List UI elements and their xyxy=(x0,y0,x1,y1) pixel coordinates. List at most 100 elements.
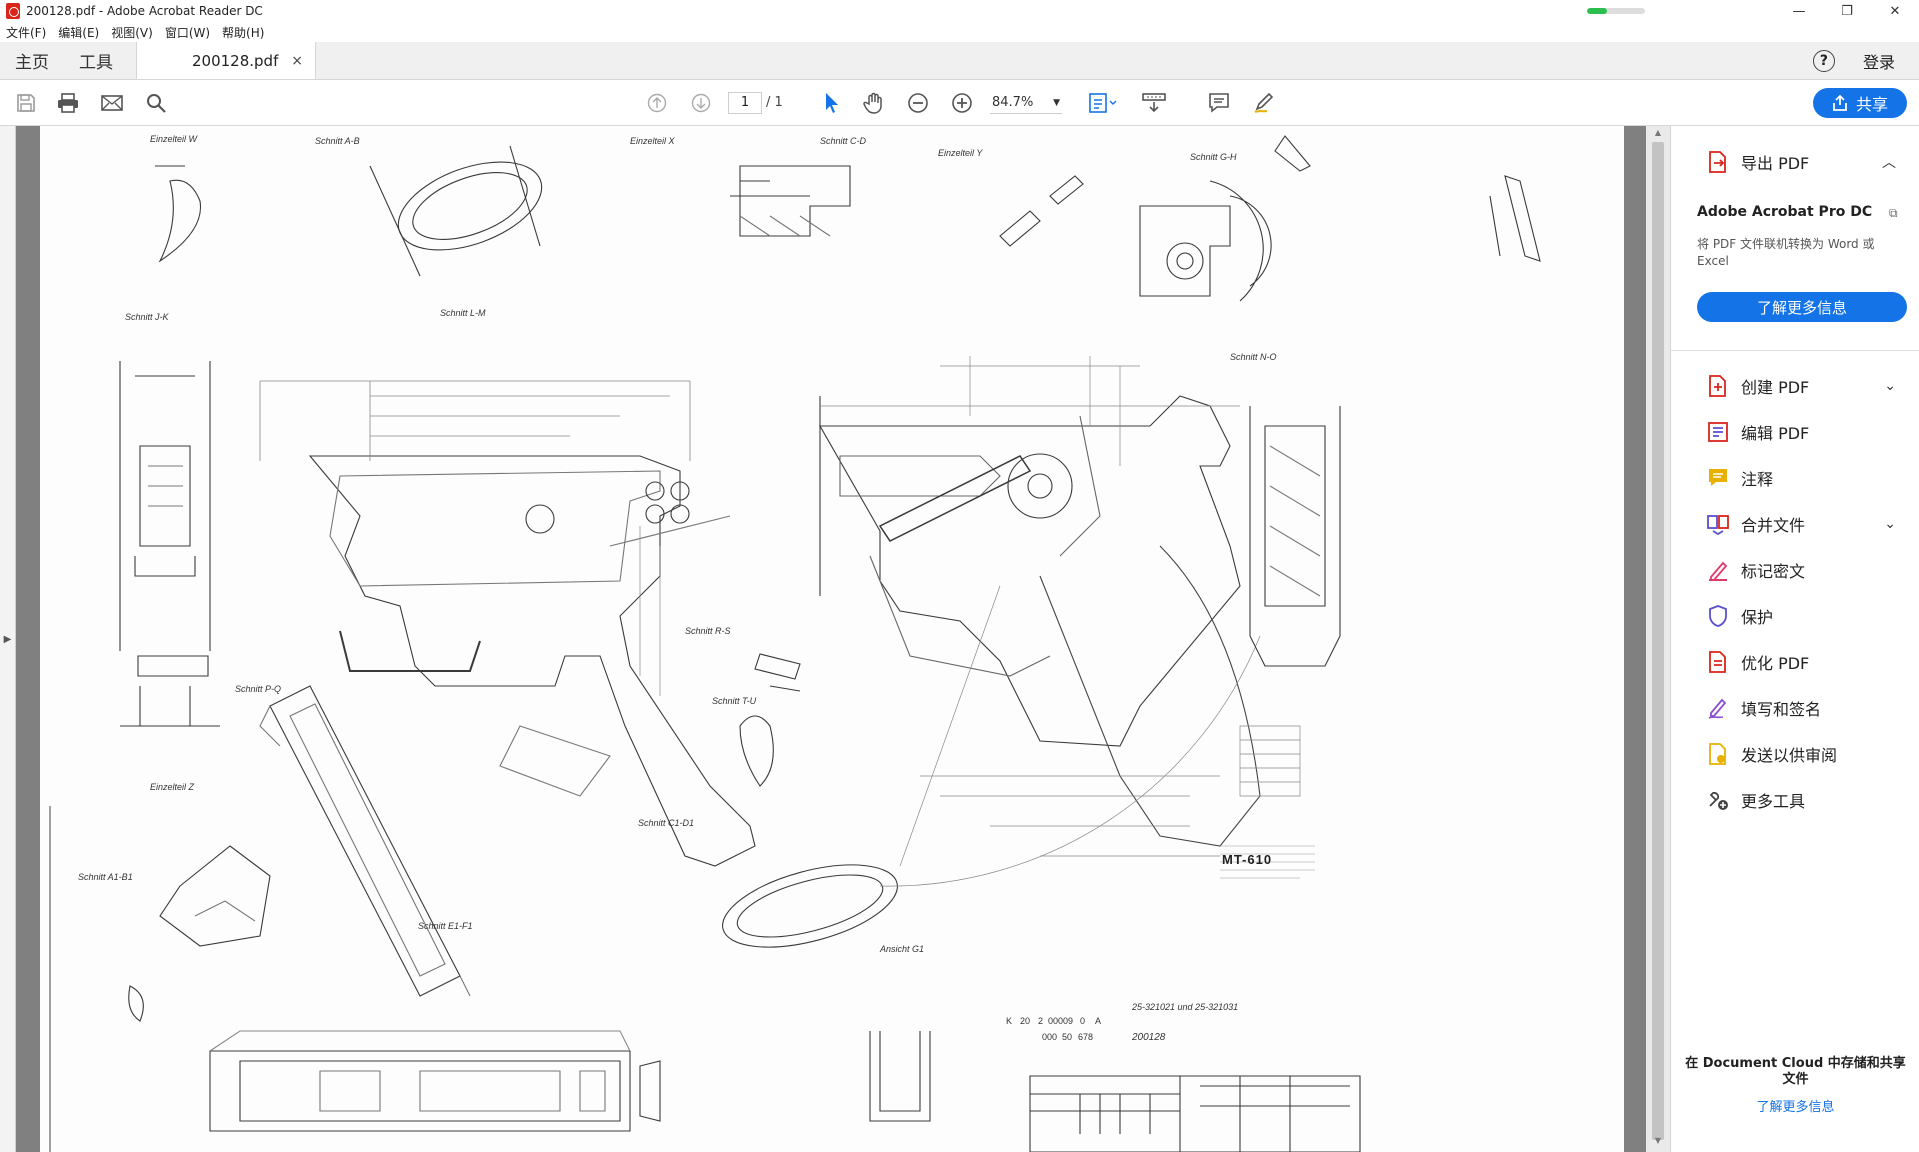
email-icon[interactable] xyxy=(100,91,124,115)
zoom-in-icon[interactable] xyxy=(950,91,974,115)
panel-tool-more-tools[interactable]: 更多工具 xyxy=(1671,780,1919,820)
drawing-label: Einzelteil Z xyxy=(150,782,195,792)
draw-pen-icon[interactable] xyxy=(1252,91,1276,115)
drawing-label: Schnitt R-S xyxy=(685,626,731,636)
hand-tool-icon[interactable] xyxy=(862,91,886,115)
protect-icon xyxy=(1707,605,1729,627)
zoom-level-select[interactable]: 84.7% ▼ xyxy=(990,92,1062,114)
next-page-icon[interactable] xyxy=(689,91,713,115)
tab-document[interactable]: 200128.pdf × xyxy=(136,42,316,79)
promo-text: 将 PDF 文件联机转换为 Word 或 Excel xyxy=(1697,237,1875,268)
panel-tool-protect[interactable]: 保护 xyxy=(1671,596,1919,636)
panel-tool-comment[interactable]: 注释 xyxy=(1671,458,1919,498)
panel-tool-label: 发送以供审阅 xyxy=(1741,746,1838,765)
drawing-label: Schnitt A1-B1 xyxy=(78,872,133,882)
pdf-page: Einzelteil W Schnitt A-B Einzelteil X Sc… xyxy=(40,126,1624,1152)
drawing-label: Schnitt C1-D1 xyxy=(638,818,695,828)
drawing-label: Schnitt G-H xyxy=(1190,152,1237,162)
tools-pane: 导出 PDF ︿ Adobe Acrobat Pro DC ⧉ 将 PDF 文件… xyxy=(1670,126,1919,1152)
load-progress-bar xyxy=(1587,8,1645,14)
send-review-icon xyxy=(1707,743,1729,765)
technical-drawing xyxy=(49,135,1541,1152)
document-viewport[interactable]: ▶ Einzelteil W Schnitt A-B Einzelteil X … xyxy=(0,126,1670,1152)
minimize-button[interactable]: — xyxy=(1775,0,1823,22)
chevron-down-icon[interactable]: ⌄ xyxy=(1884,516,1896,532)
menu-help[interactable]: 帮助(H) xyxy=(216,24,270,41)
menu-file[interactable]: 文件(F) xyxy=(0,24,52,41)
panel-divider xyxy=(1671,350,1919,351)
toolbar: 1 / 1 84.7% ▼ 共享 xyxy=(0,80,1919,126)
scrollbar-thumb[interactable] xyxy=(1652,142,1664,1140)
load-progress-fill xyxy=(1587,8,1608,14)
page-number-input[interactable]: 1 xyxy=(728,92,762,114)
chevron-up-icon[interactable]: ︿ xyxy=(1882,152,1896,172)
panel-tool-label: 更多工具 xyxy=(1741,792,1806,811)
more-tools-icon xyxy=(1707,789,1729,811)
tab-tools[interactable]: 工具 xyxy=(64,42,128,79)
maximize-button[interactable]: ❐ xyxy=(1823,0,1871,22)
panel-tool-label: 注释 xyxy=(1741,470,1774,489)
document-cloud-promo: 在 Document Cloud 中存储和共享文件 了解更多信息 xyxy=(1671,1056,1919,1115)
panel-tool-send-review[interactable]: 发送以供审阅 xyxy=(1671,734,1919,774)
drawing-label: Schnitt L-M xyxy=(440,308,486,318)
pin-icon[interactable]: ⧉ xyxy=(1889,206,1898,221)
title-block-cell: 20 xyxy=(1020,1016,1031,1026)
tab-home[interactable]: 主页 xyxy=(0,42,64,79)
optimize-pdf-icon xyxy=(1707,651,1729,673)
tabs-bar: 主页 工具 200128.pdf × ? 登录 xyxy=(0,42,1919,80)
login-button[interactable]: 登录 xyxy=(1863,49,1895,73)
drawing-label: Schnitt N-O xyxy=(1230,352,1277,362)
search-icon[interactable] xyxy=(144,91,168,115)
panel-tool-label: 编辑 PDF xyxy=(1741,424,1810,443)
redact-icon xyxy=(1707,559,1729,581)
vertical-scrollbar[interactable]: ▲ ▼ xyxy=(1646,126,1670,1152)
panel-tool-redact[interactable]: 标记密文 xyxy=(1671,550,1919,590)
comment-icon[interactable] xyxy=(1207,91,1231,115)
title-block-cell: A xyxy=(1095,1016,1102,1026)
title-block-cell: 00009 xyxy=(1048,1016,1074,1026)
menu-view[interactable]: 视图(V) xyxy=(105,24,159,41)
panel-tool-optimize-pdf[interactable]: 优化 PDF xyxy=(1671,642,1919,682)
share-button[interactable]: 共享 xyxy=(1813,88,1907,118)
edit-pdf-icon xyxy=(1707,421,1729,443)
previous-page-icon[interactable] xyxy=(645,91,669,115)
select-tool-icon[interactable] xyxy=(820,91,844,115)
comment-icon xyxy=(1707,467,1729,489)
document-cloud-link[interactable]: 了解更多信息 xyxy=(1671,1096,1919,1115)
print-icon[interactable] xyxy=(56,91,80,115)
scroll-up-icon[interactable]: ▲ xyxy=(1646,128,1670,142)
drawing-label: Schnitt A-B xyxy=(315,136,360,146)
left-panel-toggle[interactable]: ▶ xyxy=(0,126,16,1152)
title-block-number: 200128 xyxy=(1132,1032,1166,1043)
share-icon xyxy=(1833,95,1847,111)
panel-export-pdf[interactable]: 导出 PDF ︿ xyxy=(1671,142,1919,182)
menu-edit[interactable]: 编辑(E) xyxy=(52,24,105,41)
learn-more-button[interactable]: 了解更多信息 xyxy=(1697,292,1907,322)
fill-sign-icon xyxy=(1707,697,1729,719)
drawing-label: Einzelteil W xyxy=(150,134,198,144)
menu-window[interactable]: 窗口(W) xyxy=(159,24,216,41)
scroll-down-icon[interactable]: ▼ xyxy=(1646,1136,1670,1150)
close-window-button[interactable]: ✕ xyxy=(1871,0,1919,22)
scroll-mode-icon[interactable] xyxy=(1142,91,1166,115)
panel-tool-label: 填写和签名 xyxy=(1741,700,1822,719)
drawing-label: Ansicht G1 xyxy=(880,944,925,954)
close-tab-icon[interactable]: × xyxy=(291,53,303,69)
panel-tool-label: 标记密文 xyxy=(1741,562,1806,581)
panel-tool-create-pdf[interactable]: 创建 PDF ⌄ xyxy=(1671,366,1919,406)
title-block-cell: 678 xyxy=(1078,1032,1094,1042)
zoom-out-icon[interactable] xyxy=(906,91,930,115)
fit-page-icon[interactable] xyxy=(1088,91,1118,115)
drawing-label: Schnitt J-K xyxy=(125,312,169,322)
panel-tool-combine-files[interactable]: 合并文件 ⌄ xyxy=(1671,504,1919,544)
help-icon[interactable]: ? xyxy=(1812,49,1835,72)
save-icon[interactable] xyxy=(14,91,38,115)
zoom-level-value: 84.7% xyxy=(992,95,1034,110)
panel-tool-fill-sign[interactable]: 填写和签名 xyxy=(1671,688,1919,728)
panel-tool-edit-pdf[interactable]: 编辑 PDF xyxy=(1671,412,1919,452)
chevron-down-icon[interactable]: ⌄ xyxy=(1884,378,1896,394)
drawing-label: Schnitt C-D xyxy=(820,136,867,146)
title-block-cell: 50 xyxy=(1062,1032,1073,1042)
panel-tool-label: 优化 PDF xyxy=(1741,654,1810,673)
drawing-label: Schnitt T-U xyxy=(712,696,757,706)
